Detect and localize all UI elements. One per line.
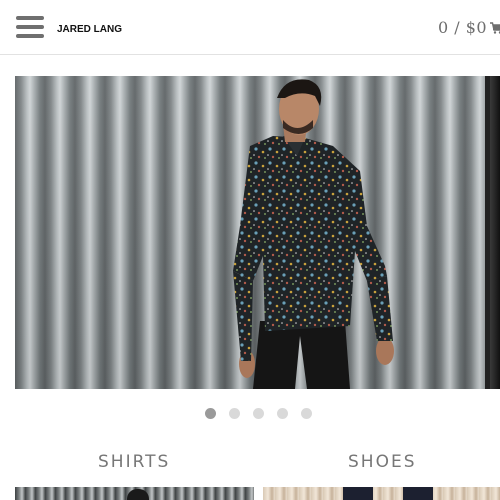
category-shoes-image[interactable] (263, 487, 500, 500)
next-slide-edge (485, 76, 500, 389)
category-shirts-label[interactable]: SHIRTS (98, 452, 170, 472)
category-shoes-model-left (343, 487, 373, 500)
hamburger-menu-icon[interactable] (16, 16, 44, 38)
brand-logo[interactable]: JARED LANG (57, 24, 122, 35)
menu-bar (16, 25, 44, 29)
category-shoes-label[interactable]: SHOES (348, 452, 417, 472)
category-shoes-model-right (403, 487, 433, 500)
slide-dot-2[interactable] (229, 408, 240, 419)
slide-dot-1[interactable] (205, 408, 216, 419)
slide-dot-3[interactable] (253, 408, 264, 419)
menu-bar (16, 34, 44, 38)
category-shirts-image[interactable] (15, 487, 254, 500)
page: JARED LANG 0 / $0 SHIRTS SHOES (0, 0, 500, 500)
slide-dot-4[interactable] (277, 408, 288, 419)
slide-dot-5[interactable] (301, 408, 312, 419)
site-header: JARED LANG 0 / $0 (0, 0, 500, 55)
menu-bar (16, 16, 44, 20)
cart-icon[interactable] (490, 22, 500, 34)
hero-slider[interactable] (15, 76, 500, 389)
slider-pagination (0, 408, 500, 422)
model-figure (233, 79, 394, 389)
cart-summary[interactable]: 0 / $0 (438, 18, 487, 37)
category-shirts-model (127, 489, 149, 500)
